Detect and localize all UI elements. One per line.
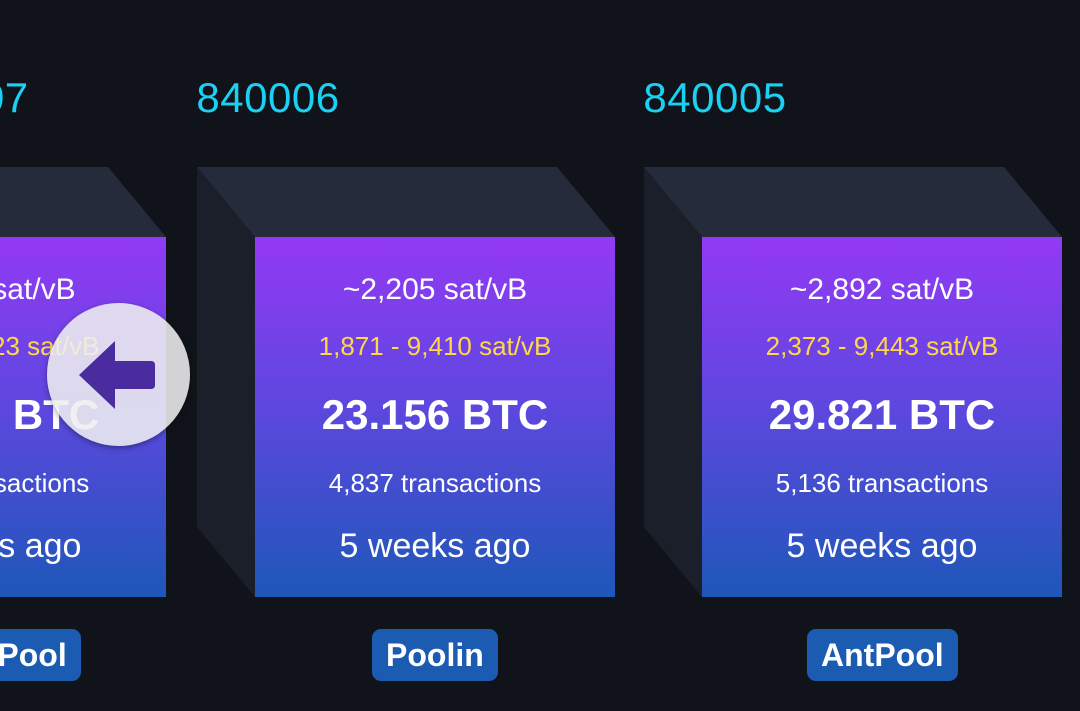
block-face: ~2,892 sat/vB 2,373 - 9,443 sat/vB 29.82… [702, 237, 1062, 597]
block-reward: 23.156 BTC [321, 391, 549, 438]
fee-range: 1,871 - 9,410 sat/vB [318, 331, 552, 361]
mining-pool-badge[interactable]: AntPool [807, 629, 958, 681]
time-ago: 5 weeks ago [786, 527, 978, 565]
transaction-count: 4,837 transactions [328, 468, 542, 498]
time-ago: 5 weeks ago [0, 527, 82, 565]
blockchain-blocks-strip: 840007 ~2,xxx sat/vB x,x23 - x,x23 sat/v… [0, 0, 1080, 711]
median-fee: ~2,xxx sat/vB [0, 273, 76, 306]
fee-range: 2,373 - 9,443 sat/vB [765, 331, 999, 361]
transaction-count: 5,136 transactions [775, 468, 989, 498]
previous-blocks-button[interactable] [47, 303, 190, 446]
arrow-left-icon [79, 341, 155, 409]
block-reward: 29.821 BTC [768, 391, 996, 438]
mining-pool-badge[interactable]: xxxPool [0, 629, 81, 681]
block-face: ~2,205 sat/vB 1,871 - 9,410 sat/vB 23.15… [255, 237, 615, 597]
mining-pool-badge[interactable]: Poolin [372, 629, 498, 681]
median-fee: ~2,892 sat/vB [789, 273, 975, 306]
transaction-count: x,xxx transactions [0, 468, 90, 498]
time-ago: 5 weeks ago [339, 527, 531, 565]
block-card[interactable]: 840005 ~2,892 sat/vB 2,373 - 9,443 sat/v… [643, 0, 1062, 711]
median-fee: ~2,205 sat/vB [342, 273, 528, 306]
